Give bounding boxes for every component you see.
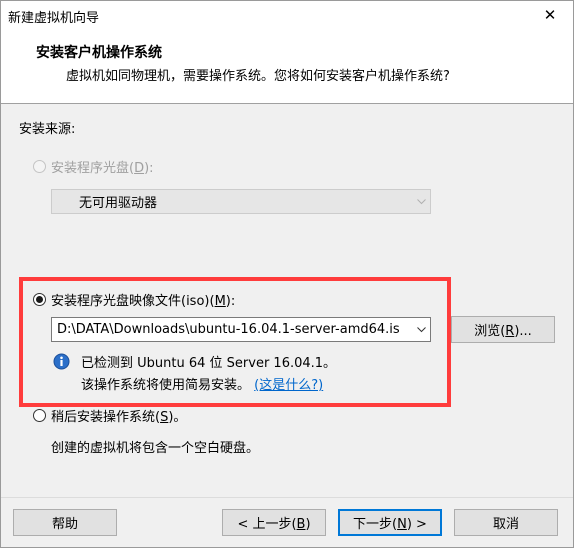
next-button[interactable]: 下一步(N) > <box>338 509 442 536</box>
what-is-this-link[interactable]: (这是什么?) <box>254 378 323 393</box>
disc-drive-select[interactable]: 无可用驱动器 <box>51 189 431 214</box>
radio-iso-image[interactable]: 安装程序光盘映像文件(iso)(M): <box>33 290 235 309</box>
easy-install-text: 该操作系统将使用简易安装。 <box>81 378 251 393</box>
window-title: 新建虚拟机向导 <box>8 11 100 26</box>
close-button[interactable]: ✕ <box>536 2 564 28</box>
next-button-label: 下一步(N) > <box>353 517 427 532</box>
cancel-button[interactable]: 取消 <box>454 509 558 536</box>
detected-os-text: 已检测到 Ubuntu 64 位 Server 16.04.1。 <box>81 356 337 371</box>
title-bar: 新建虚拟机向导 ✕ <box>0 0 574 31</box>
back-button[interactable]: < 上一步(B) <box>222 509 326 536</box>
radio-installer-disc[interactable]: 安装程序光盘(D): <box>33 157 154 176</box>
iso-path-value: D:\DATA\Downloads\ubuntu-16.04.1-server-… <box>57 322 400 337</box>
info-icon <box>53 353 70 374</box>
iso-path-combobox[interactable]: D:\DATA\Downloads\ubuntu-16.04.1-server-… <box>51 317 431 342</box>
radio-circle <box>33 160 46 173</box>
disc-drive-value: 无可用驱动器 <box>79 196 158 211</box>
help-button-label: 帮助 <box>51 517 78 532</box>
dropdown-arrow-icon <box>412 198 430 205</box>
radio-iso-image-label: 安装程序光盘映像文件(iso)(M): <box>51 294 236 309</box>
close-icon: ✕ <box>543 6 557 24</box>
browse-button-label: 浏览(R)... <box>474 324 532 339</box>
footer-divider <box>0 497 574 498</box>
radio-install-later-label: 稍后安装操作系统(S)。 <box>51 410 187 425</box>
cancel-button-label: 取消 <box>492 517 519 532</box>
page-title: 安装客户机操作系统 <box>36 45 162 61</box>
page-subtitle: 虚拟机如同物理机，需要操作系统。您将如何安装客户机操作系统? <box>66 69 450 84</box>
radio-install-later[interactable]: 稍后安装操作系统(S)。 <box>33 406 186 425</box>
wizard-header: 安装客户机操作系统 虚拟机如同物理机，需要操作系统。您将如何安装客户机操作系统? <box>0 31 574 104</box>
radio-circle <box>33 409 46 422</box>
easy-install-line: 该操作系统将使用简易安装。 (这是什么?) <box>81 374 323 393</box>
install-later-description: 创建的虚拟机将包含一个空白硬盘。 <box>51 441 260 456</box>
radio-circle <box>33 293 46 306</box>
browse-button[interactable]: 浏览(R)... <box>451 316 555 343</box>
help-button[interactable]: 帮助 <box>13 509 117 536</box>
radio-installer-disc-label: 安装程序光盘(D): <box>51 161 154 176</box>
dropdown-arrow-icon[interactable] <box>412 326 430 333</box>
install-source-label: 安装来源: <box>19 122 76 137</box>
back-button-label: < 上一步(B) <box>237 517 311 532</box>
